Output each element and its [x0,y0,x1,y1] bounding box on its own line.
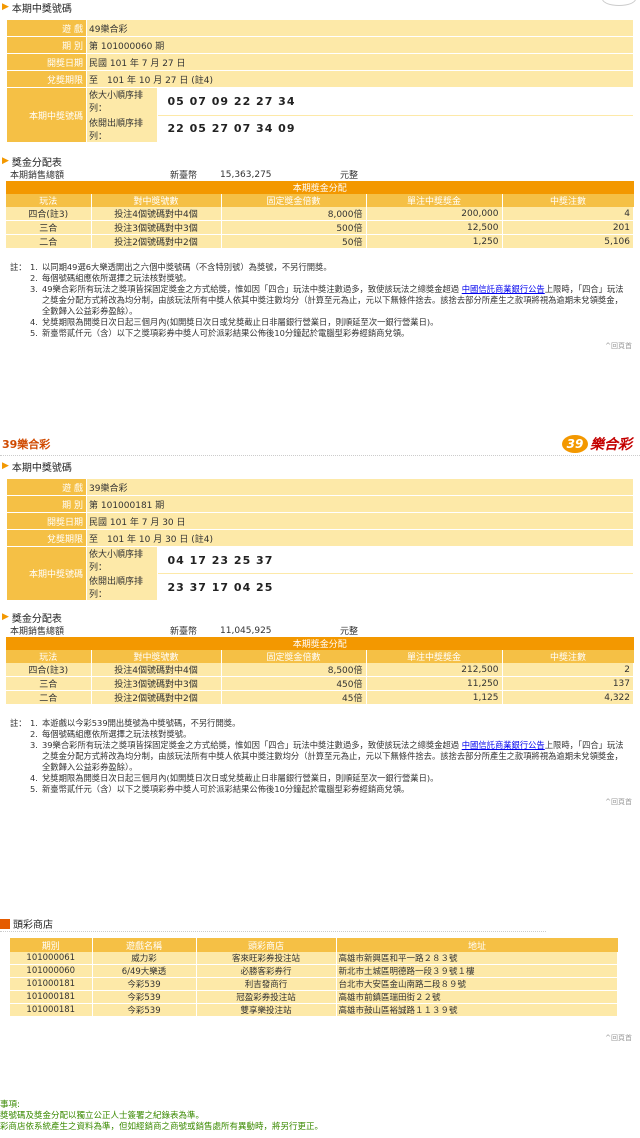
table-row: 101000061 威力彩 客來旺彩券投注站 高雄市新興區和平一路２８３號 [10,952,618,965]
prize-table-title: ▶ 獎金分配表 [2,612,62,625]
game-name: 39樂合彩 [86,478,634,496]
prize-row: 三合 投注3個號碼對中3個 450倍 11,250 137 [6,676,634,691]
draw1-section: ▶ 本期中獎號碼 遊 戲 49樂合彩 期 別第 101000060 期 開獎日期民… [0,0,640,353]
sorted-numbers: 04 17 23 25 37 [157,547,633,574]
current-numbers-title: ▶ 本期中獎號碼 [2,2,72,15]
claim-period: 至 101 年 10 月 30 日 (註4) [86,529,634,547]
prize-row: 三合 投注3個號碼對中3個 500倍 12,500 201 [6,220,634,235]
current-numbers-title: ▶ 本期中獎號碼 [2,461,72,474]
table-row: 101000181 今彩539 利吉發商行 台北市大安區金山南路二段８９號 [10,977,618,991]
prize-table: 本期獎金分配 玩法 對中獎號數 固定獎金倍數 單注中獎獎金 中獎注數 四合(註3… [6,181,634,249]
back-to-top-link[interactable]: ^回頁首 [0,1033,632,1045]
drawn-numbers: 22 05 27 07 34 09 [157,115,633,142]
game-brand-title: 39樂合彩 [2,437,51,451]
footer-notes: 事項: 獎號碼及獎金分配以獨立公正人士簽署之紀錄表為準。 彩商店依系統產生之資料… [0,1100,324,1132]
back-to-top-link[interactable]: ^回頁首 [0,797,632,809]
ctbc-announcement-link[interactable]: 中國信託商業銀行公告 [462,284,545,294]
notes: 註： 1. 本遊戲以今彩539開出獎號為中獎號碼，不另行開獎。 2. 每個號碼組應依所… [10,718,624,794]
back-to-top-link[interactable]: ^回頁首 [0,341,632,353]
period: 第 101000060 期 [86,36,634,54]
jackpot-shops-title: 頭彩商店 [0,916,546,932]
sales-total: 本期銷售總額 新臺幣 15,363,275 元整 [10,169,359,182]
prize-table: 本期獎金分配 玩法 對中獎號數 固定獎金倍數 單注中獎獎金 中獎注數 四合(註3… [6,637,634,705]
prize-row: 四合(註3) 投注4個號碼對中4個 8,000倍 200,000 4 [6,207,634,221]
table-row: 101000060 6/49大樂透 必勝客彩券行 新北市土城區明德路一段３９號１樓 [10,964,618,978]
draw-info-table: 遊 戲 39樂合彩 期 別第 101000181 期 開獎日期 民國 101 年 7… [6,478,634,601]
arrow-icon: ▶ [2,612,9,622]
open-date: 民國 101 年 7 月 27 日 [86,53,634,71]
prize-row: 二合 投注2個號碼對中2個 50倍 1,250 5,106 [6,234,634,249]
table-row: 101000181 今彩539 雙享樂投注站 高雄市鼓山區裕誠路１１３９號 [10,1003,618,1017]
table-row: 101000181 今彩539 冠盈彩券投注站 高雄市前鎮區瑞田街２２號 [10,990,618,1004]
prize-table-title: ▶ 獎金分配表 [2,156,62,169]
notes: 註： 1. 以同期49選6大樂透開出之六個中獎號碼（不含特別號）為獎號，不另行開獎。… [10,262,624,338]
square-bullet-icon [0,918,10,929]
sorted-numbers: 05 07 09 22 27 34 [157,88,633,115]
draw2-section: 39樂合彩 39 樂合彩 ▶ 本期中獎號碼 遊 戲 39樂合彩 期 別第 10100… [0,432,640,809]
prize-row: 二合 投注2個號碼對中2個 45倍 1,125 4,322 [6,690,634,705]
jackpot-shops-section: 頭彩商店 期別 遊戲名稱 頭彩商店 地址 101000061 威力彩 客來旺彩券投注… [0,916,640,1045]
ctbc-announcement-link[interactable]: 中國信託商業銀行公告 [462,740,545,750]
open-date: 民國 101 年 7 月 30 日 [86,512,634,530]
arrow-icon: ▶ [2,2,9,12]
jackpot-shops-table: 期別 遊戲名稱 頭彩商店 地址 101000061 威力彩 客來旺彩券投注站 高雄市新… [10,938,618,1017]
arrow-icon: ▶ [2,156,9,166]
arrow-icon: ▶ [2,461,9,471]
draw-info-table: 遊 戲 49樂合彩 期 別第 101000060 期 開獎日期 民國 101 年 7… [6,19,634,143]
lotto39-logo: 39 樂合彩 [562,434,632,454]
game-name: 49樂合彩 [86,19,634,37]
claim-period: 至 101 年 10 月 27 日 (註4) [86,70,634,88]
period: 第 101000181 期 [86,495,634,513]
drawn-numbers: 23 37 17 04 25 [157,573,633,600]
sales-total: 本期銷售總額 新臺幣 11,045,925 元整 [10,625,359,638]
prize-row: 四合(註3) 投注4個號碼對中4個 8,500倍 212,500 2 [6,663,634,677]
game-header: 39樂合彩 39 樂合彩 [0,432,640,456]
